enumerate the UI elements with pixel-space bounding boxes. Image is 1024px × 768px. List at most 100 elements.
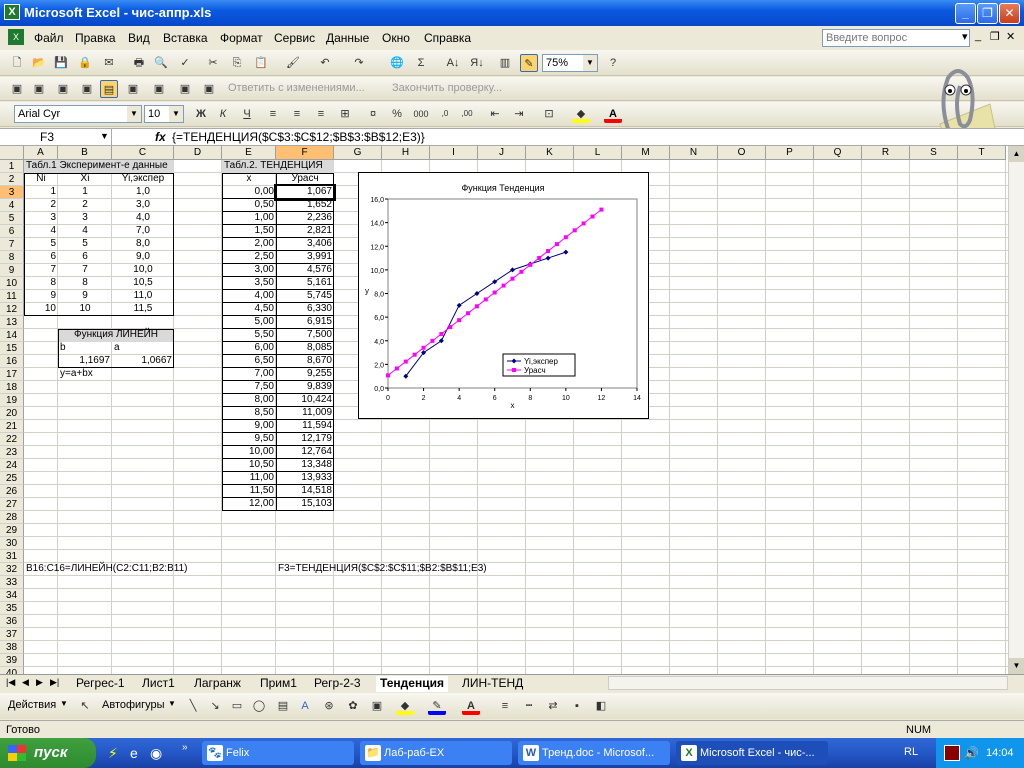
review-icon-9[interactable]: ▣ [200,80,218,98]
autoshapes-menu[interactable]: Автофигуры [102,699,165,711]
borders-icon[interactable]: ⊡ [540,105,558,123]
table1-yi[interactable]: 10,0 [112,264,174,277]
row-header-31[interactable]: 31 [0,550,24,563]
font-color-icon[interactable]: A [604,105,622,123]
last-sheet-icon[interactable]: ▶| [50,677,59,688]
table1-xi[interactable]: 1 [58,186,112,199]
menu-format[interactable]: Формат [220,31,263,45]
column-header-o[interactable]: O [718,146,766,160]
review-icon-6[interactable]: ▣ [124,80,142,98]
excel-app-icon[interactable]: X [4,4,20,20]
sheet-tab-regres1[interactable]: Регрес-1 [72,676,129,692]
align-left-icon[interactable]: ≡ [264,105,282,123]
actions-dropdown-icon[interactable]: ▼ [60,699,68,708]
diagram-icon[interactable]: ⊛ [320,697,338,715]
table2-title[interactable]: Табл.2. ТЕНДЕНЦИЯ [222,160,334,173]
show-comments-icon[interactable]: ▤ [100,80,118,98]
wordart-icon[interactable]: A [296,697,314,715]
email-icon[interactable]: ✉ [100,54,118,72]
font-select[interactable]: Arial Cyr ▼ [14,105,142,123]
row-header-16[interactable]: 16 [0,355,24,368]
fill-color-icon[interactable]: ◆ [572,105,590,123]
row-header-6[interactable]: 6 [0,225,24,238]
drawing-icon[interactable]: ✎ [520,54,538,72]
row-header-10[interactable]: 10 [0,277,24,290]
note-linest-formula[interactable]: B16:C16=ЛИНЕЙН(C2:C11;B2:B11) [24,563,224,576]
row-header-20[interactable]: 20 [0,407,24,420]
table1-header[interactable]: Xi [58,173,112,186]
menu-edit[interactable]: Правка [75,31,116,45]
volume-icon[interactable]: 🔊 [964,745,979,761]
print-preview-icon[interactable]: 🔍 [152,54,170,72]
new-icon[interactable]: 🗋 [8,54,26,72]
table1-xi[interactable]: 10 [58,303,112,316]
table1-xi[interactable]: 5 [58,238,112,251]
sort-descending-icon[interactable]: Я↓ [468,54,486,72]
tray-icon-1[interactable] [944,745,960,761]
italic-icon[interactable]: К [214,105,232,123]
task-felix[interactable]: 🐾 Felix [202,741,354,765]
table1-yi[interactable]: 1,0 [112,186,174,199]
column-header-d[interactable]: D [174,146,222,160]
redo-icon[interactable]: ↷ [350,54,368,72]
row-header-12[interactable]: 12 [0,303,24,316]
maximize-button[interactable]: ❐ [977,3,998,24]
review-icon-7[interactable]: ▣ [150,80,168,98]
row-header-36[interactable]: 36 [0,615,24,628]
row-header-35[interactable]: 35 [0,602,24,615]
column-header-q[interactable]: Q [814,146,862,160]
linest-a-value[interactable]: 1,0667 [112,355,174,368]
column-header-b[interactable]: B [58,146,112,160]
column-header-e[interactable]: E [222,146,276,160]
horizontal-scrollbar[interactable] [608,676,1008,690]
row-header-24[interactable]: 24 [0,459,24,472]
draw-font-color-icon[interactable]: A [462,697,480,715]
print-icon[interactable]: 🖶 [130,54,148,72]
table1-ni[interactable]: 7 [24,264,58,277]
table1-ni[interactable]: 1 [24,186,58,199]
row-header-29[interactable]: 29 [0,524,24,537]
linest-equation[interactable]: y=a+bx [58,368,112,381]
task-excel[interactable]: X Microsoft Excel - чис-... [676,741,828,765]
draw-fill-color-icon[interactable]: ◆ [396,697,414,715]
decrease-indent-icon[interactable]: ⇤ [486,105,504,123]
row-header-15[interactable]: 15 [0,342,24,355]
column-header-l[interactable]: L [574,146,622,160]
vertical-scrollbar[interactable]: ▲ ▼ [1008,146,1024,674]
quicklaunch-ie-icon[interactable]: e [130,745,138,761]
minimize-button[interactable]: _ [955,3,976,24]
cut-icon[interactable]: ✂ [204,54,222,72]
undo-icon[interactable]: ↶ [316,54,334,72]
currency-icon[interactable]: ¤ [364,105,382,123]
table1-xi[interactable]: 8 [58,277,112,290]
linest-title[interactable]: Функция ЛИНЕЙН [58,329,174,342]
review-icon-8[interactable]: ▣ [176,80,194,98]
sheet-tab-lagrange[interactable]: Лагранж [190,676,245,692]
textbox-icon[interactable]: ▤ [274,697,292,715]
quicklaunch-more-icon[interactable]: » [182,742,188,753]
task-lab-rab[interactable]: 📁 Лаб-раб-EX [360,741,512,765]
column-header-m[interactable]: M [622,146,670,160]
row-header-22[interactable]: 22 [0,433,24,446]
save-icon[interactable]: 💾 [52,54,70,72]
column-header-t[interactable]: T [958,146,1006,160]
arrow-icon[interactable]: ↘ [206,697,224,715]
table1-xi[interactable]: 3 [58,212,112,225]
table1-header[interactable]: Yi,экспер [112,173,174,186]
row-header-17[interactable]: 17 [0,368,24,381]
table2-header-y[interactable]: Урасч [276,173,334,186]
table1-yi[interactable]: 7,0 [112,225,174,238]
dash-style-icon[interactable]: ┅ [520,697,538,715]
column-header-s[interactable]: S [910,146,958,160]
increase-indent-icon[interactable]: ⇥ [510,105,528,123]
line-color-icon[interactable]: ✎ [428,697,446,715]
name-box[interactable]: F3 [0,129,112,145]
table1-ni[interactable]: 9 [24,290,58,303]
row-header-23[interactable]: 23 [0,446,24,459]
column-header-r[interactable]: R [862,146,910,160]
menu-tools[interactable]: Сервис [274,31,315,45]
column-header-h[interactable]: H [382,146,430,160]
review-icon-1[interactable]: ▣ [8,80,26,98]
doc-close-button[interactable]: ✕ [1006,30,1015,43]
row-header-2[interactable]: 2 [0,173,24,186]
